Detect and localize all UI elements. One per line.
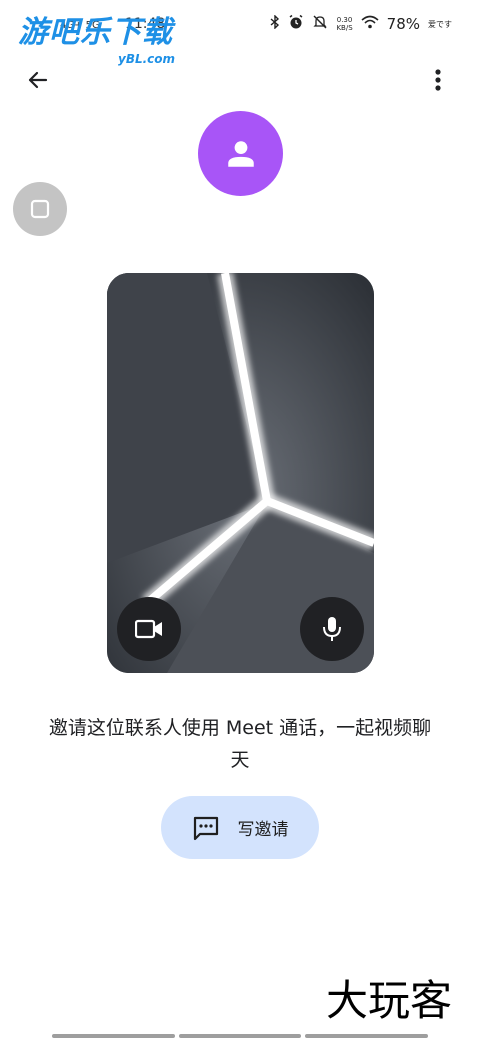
mute-icon (312, 14, 328, 34)
alarm-icon (288, 14, 304, 34)
watermark-logo-top-sub: yBL.com (118, 52, 176, 66)
write-invite-label: 写邀请 (237, 820, 289, 840)
carrier-label: 爱です (428, 19, 452, 29)
more-vert-icon (435, 69, 441, 91)
back-button[interactable] (18, 60, 58, 100)
speed-unit: KB/S (336, 24, 353, 32)
gesture-navigation-bar[interactable] (52, 1034, 429, 1038)
mic-icon (323, 617, 341, 641)
nav-segment (305, 1034, 429, 1038)
write-invite-button[interactable]: 写邀请 (161, 796, 319, 859)
watermark-logo-bottom: 大玩客 (326, 976, 453, 1025)
invite-message: 邀请这位联系人使用 Meet 通话，一起视频聊天 (48, 717, 432, 771)
arrow-back-icon (28, 71, 48, 89)
person-icon (227, 140, 254, 167)
camera-preview (107, 273, 374, 673)
nav-segment (178, 1034, 302, 1038)
more-options-button[interactable] (418, 60, 458, 100)
contact-avatar (198, 111, 283, 196)
watermark-logo-top: 游吧乐下载 (18, 15, 173, 50)
toggle-camera-button[interactable] (117, 597, 181, 661)
status-icons: 0.30 KB/S 78% 爱です (270, 14, 452, 34)
speed-value: 0.30 (336, 16, 353, 24)
bluetooth-icon (270, 14, 280, 33)
nav-segment (52, 1034, 175, 1038)
floating-window-button[interactable] (13, 182, 67, 236)
toggle-mic-button[interactable] (300, 597, 364, 661)
square-icon (30, 199, 50, 219)
videocam-icon (135, 619, 162, 639)
battery-level: 78% (386, 15, 420, 33)
wifi-icon (361, 15, 379, 33)
message-icon (193, 816, 218, 840)
network-speed: 0.30 KB/S (336, 16, 352, 32)
